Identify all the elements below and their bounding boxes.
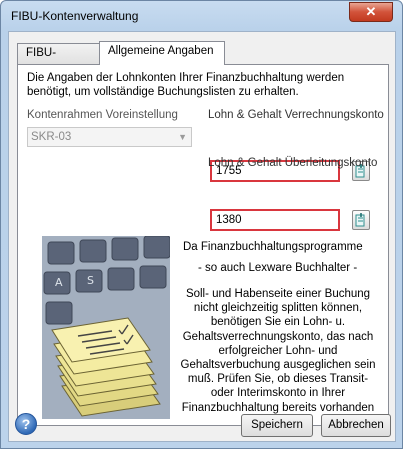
window-title: FIBU-Kontenverwaltung bbox=[11, 9, 139, 23]
kontenrahmen-select[interactable]: SKR-03 ▼ bbox=[27, 127, 192, 147]
help-icon: ? bbox=[21, 416, 31, 432]
close-button[interactable]: ✕ bbox=[349, 2, 393, 22]
ueberleitungskonto-label: Lohn & Gehalt Überleitungskonto bbox=[208, 157, 378, 169]
tab-fibu-konten[interactable]: FIBU-Konten bbox=[17, 43, 100, 78]
intro-text: Die Angaben der Lohnkonten Ihrer Finanzb… bbox=[27, 72, 345, 98]
close-icon: ✕ bbox=[365, 4, 377, 19]
svg-text:S: S bbox=[87, 274, 94, 287]
tab-panel: Die Angaben der Lohnkonten Ihrer Finanzb… bbox=[17, 64, 389, 428]
verrechnungskonto-label: Lohn & Gehalt Verrechnungskonto bbox=[208, 109, 384, 121]
save-button[interactable]: Speichern bbox=[241, 414, 313, 437]
svg-text:A: A bbox=[55, 276, 63, 289]
tab-allgemeine-angaben[interactable]: Allgemeine Angaben bbox=[99, 41, 225, 65]
paper-stack-illustration: AS bbox=[42, 236, 170, 419]
kontenrahmen-value: SKR-03 bbox=[31, 131, 72, 143]
dialog-window: FIBU-Kontenverwaltung ✕ FIBU-Konten Allg… bbox=[0, 0, 403, 449]
dialog-client-area: FIBU-Konten Allgemeine Angaben Die Angab… bbox=[8, 31, 396, 442]
cancel-button[interactable]: Abbrechen bbox=[321, 414, 391, 437]
ueberleitungskonto-lookup-button[interactable] bbox=[352, 210, 370, 230]
account-lookup-icon bbox=[355, 213, 365, 227]
tab-label: Allgemeine Angaben bbox=[108, 45, 214, 57]
info-subtitle: - so auch Lexware Buchhalter - bbox=[198, 262, 358, 274]
info-title: Da Finanzbuchhaltungsprogramme bbox=[183, 241, 363, 253]
info-body-text: Soll- und Habenseite einer Buchung nicht… bbox=[180, 288, 376, 428]
help-button[interactable]: ? bbox=[15, 413, 37, 435]
ueberleitungskonto-input[interactable]: 1380 bbox=[210, 209, 340, 231]
kontenrahmen-label: Kontenrahmen Voreinstellung bbox=[27, 109, 178, 121]
chevron-down-icon: ▼ bbox=[178, 132, 187, 142]
